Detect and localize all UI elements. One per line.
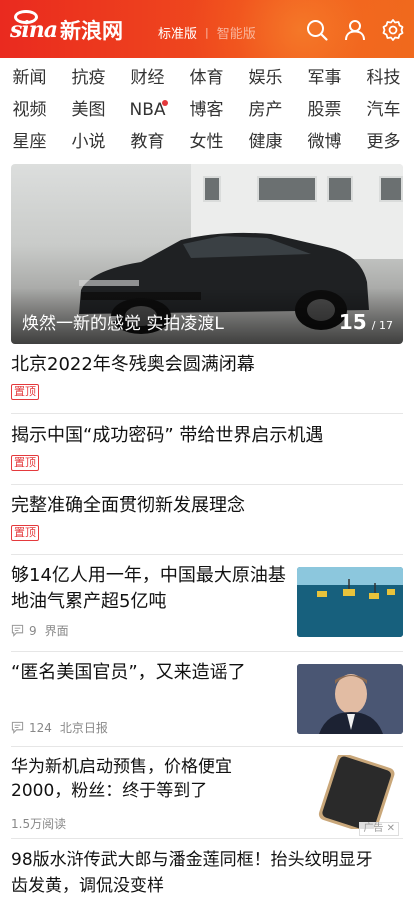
nav-item[interactable]: 科技 bbox=[354, 62, 413, 94]
hero-carousel[interactable]: 焕然一新的感觉 实拍凌渡L 15 / 17 bbox=[11, 164, 403, 344]
nav-item[interactable]: 教育 bbox=[118, 126, 177, 158]
nav-item-more[interactable]: 更多 bbox=[354, 126, 413, 158]
nav-item[interactable]: 女性 bbox=[177, 126, 236, 158]
ad-meta: 1.5万阅读 bbox=[11, 815, 66, 832]
news-title: 完整准确全面贯彻新发展理念 bbox=[11, 495, 245, 516]
divider bbox=[11, 838, 403, 839]
news-meta: 9 界面 bbox=[11, 622, 69, 639]
news-item-pinned[interactable]: 揭示中国“成功密码” 带给世界启示机遇 置顶 bbox=[11, 423, 403, 471]
nav-item[interactable]: 健康 bbox=[236, 126, 295, 158]
pinned-badge: 置顶 bbox=[11, 384, 39, 400]
nav-item[interactable]: 新闻 bbox=[0, 62, 59, 94]
divider bbox=[11, 413, 403, 414]
news-title: 揭示中国“成功密码” 带给世界启示机遇 bbox=[11, 425, 324, 446]
ad-title: 华为新机启动预售，价格便宜 2000，粉丝：终于等到了 bbox=[11, 755, 281, 803]
news-item[interactable]: 够14亿人用一年，中国最大原油基 地油气累产超5亿吨 9 界面 bbox=[11, 563, 403, 643]
sina-logo[interactable]: sina 新浪网 bbox=[10, 10, 123, 46]
search-icon[interactable] bbox=[305, 18, 329, 42]
news-source: 北京日报 bbox=[59, 721, 108, 735]
edition-smart[interactable]: 智能版 bbox=[217, 23, 256, 42]
divider bbox=[11, 651, 403, 652]
news-title-line: 够14亿人用一年，中国最大原油基 bbox=[11, 565, 286, 586]
nav-item[interactable]: 军事 bbox=[295, 62, 354, 94]
nav-item[interactable]: 视频 bbox=[0, 94, 59, 126]
hero-caption: 焕然一新的感觉 实拍凌渡L bbox=[22, 314, 224, 334]
news-item[interactable]: 98版水浒传武大郎与潘金莲同框！抬头纹明显牙 齿发黄，调侃没变样 bbox=[11, 847, 403, 899]
nav-item[interactable]: 微博 bbox=[295, 126, 354, 158]
hero-total-slides: / 17 bbox=[371, 319, 393, 332]
top-header: sina 新浪网 标准版 | 智能版 bbox=[0, 0, 414, 58]
logo-chinese: 新浪网 bbox=[60, 19, 123, 43]
comment-count: 124 bbox=[29, 720, 52, 735]
logo-eye-mark bbox=[14, 10, 38, 24]
official-portrait-thumbnail bbox=[297, 664, 403, 734]
comment-icon bbox=[11, 721, 24, 734]
nav-item[interactable]: 房产 bbox=[236, 94, 295, 126]
nav-item[interactable]: 美图 bbox=[59, 94, 118, 126]
nav-item-label: NBA bbox=[129, 100, 166, 120]
ad-title-line: 华为新机启动预售，价格便宜 bbox=[11, 757, 232, 777]
divider bbox=[11, 484, 403, 485]
divider bbox=[11, 746, 403, 747]
nav-item[interactable]: 股票 bbox=[295, 94, 354, 126]
edition-separator: | bbox=[205, 25, 209, 39]
nav-item[interactable]: 体育 bbox=[177, 62, 236, 94]
user-icon[interactable] bbox=[343, 18, 367, 42]
news-title-line: 地油气累产超5亿吨 bbox=[11, 591, 167, 612]
phone-ad-thumbnail bbox=[297, 755, 403, 829]
news-title-line: 98版水浒传武大郎与潘金莲同框！抬头纹明显牙 bbox=[11, 850, 373, 870]
comment-count: 9 bbox=[29, 623, 37, 638]
nav-item[interactable]: 汽车 bbox=[354, 94, 413, 126]
edition-standard[interactable]: 标准版 bbox=[158, 23, 197, 42]
read-count: 1.5万阅读 bbox=[11, 817, 67, 831]
pinned-badge: 置顶 bbox=[11, 455, 39, 471]
hero-current-slide: 15 bbox=[338, 310, 367, 334]
hero-slide-counter: 15 / 17 bbox=[339, 310, 393, 334]
news-item-pinned[interactable]: 完整准确全面贯彻新发展理念 置顶 bbox=[11, 493, 403, 541]
pinned-badge: 置顶 bbox=[11, 525, 39, 541]
edition-switch: 标准版 | 智能版 bbox=[158, 22, 256, 42]
divider bbox=[11, 554, 403, 555]
news-title: 北京2022年冬残奥会圆满闭幕 bbox=[11, 354, 255, 375]
comment-icon bbox=[11, 624, 24, 637]
news-title: 98版水浒传武大郎与潘金莲同框！抬头纹明显牙 齿发黄，调侃没变样 bbox=[11, 847, 403, 899]
nav-item[interactable]: 娱乐 bbox=[236, 62, 295, 94]
news-title: “匿名美国官员”，又来造谣了 bbox=[11, 662, 246, 683]
ad-title-line: 2000，粉丝：终于等到了 bbox=[11, 781, 208, 801]
nav-item[interactable]: 小说 bbox=[59, 126, 118, 158]
news-title-line: 齿发黄，调侃没变样 bbox=[11, 876, 164, 896]
new-dot-indicator bbox=[162, 100, 168, 106]
nav-item[interactable]: 财经 bbox=[118, 62, 177, 94]
settings-icon[interactable] bbox=[381, 18, 405, 42]
nav-item[interactable]: 抗疫 bbox=[59, 62, 118, 94]
news-source: 界面 bbox=[44, 624, 69, 638]
news-item-pinned[interactable]: 北京2022年冬残奥会圆满闭幕 置顶 bbox=[11, 352, 403, 400]
news-title: 够14亿人用一年，中国最大原油基 地油气累产超5亿吨 bbox=[11, 563, 289, 615]
news-meta: 124 北京日报 bbox=[11, 719, 108, 736]
oil-platform-thumbnail bbox=[297, 567, 403, 637]
category-nav: 新闻 抗疫 财经 体育 娱乐 军事 科技 视频 美图 NBA 博客 房产 股票 … bbox=[0, 62, 414, 158]
nav-item-nba[interactable]: NBA bbox=[118, 94, 177, 126]
sponsored-item[interactable]: 华为新机启动预售，价格便宜 2000，粉丝：终于等到了 1.5万阅读 bbox=[11, 755, 403, 835]
nav-item[interactable]: 星座 bbox=[0, 126, 59, 158]
news-item[interactable]: “匿名美国官员”，又来造谣了 124 北京日报 bbox=[11, 660, 403, 740]
nav-item[interactable]: 博客 bbox=[177, 94, 236, 126]
ad-tag[interactable]: 广告 ✕ bbox=[359, 822, 399, 836]
